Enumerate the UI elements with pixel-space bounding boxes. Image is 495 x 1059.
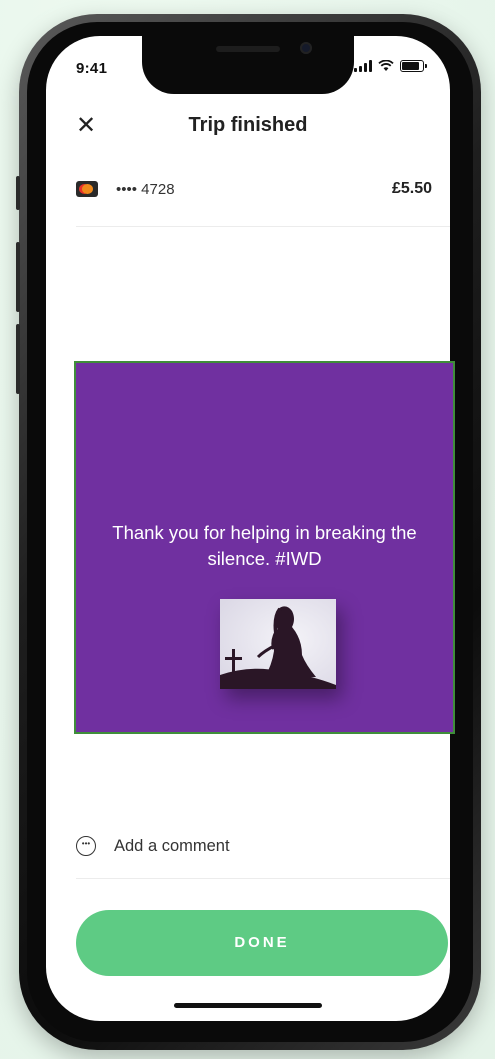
side-button-volume-up [16,242,20,312]
front-camera [300,42,312,54]
message-overlay: Thank you for helping in breaking the si… [74,361,455,734]
side-button-mute [16,176,20,210]
done-button[interactable]: DONE [76,910,448,976]
payment-row: •••• 4728 £5.50 [76,174,432,204]
side-button-volume-down [16,324,20,394]
home-indicator [174,1003,322,1008]
add-comment-field[interactable]: ••• Add a comment [76,831,432,861]
status-icons [354,60,427,72]
header: ✕ Trip finished [46,106,450,146]
comment-label: Add a comment [114,836,230,855]
signal-icon [354,60,372,72]
divider [76,226,450,227]
overlay-message: Thank you for helping in breaking the si… [112,522,417,569]
card-number: •••• 4728 [116,180,175,198]
wifi-icon [378,60,394,71]
chat-bubble-icon: ••• [76,836,96,856]
status-time: 9:41 [76,60,108,77]
notch [142,36,354,94]
speaker [216,46,280,52]
page-title: Trip finished [188,114,308,136]
divider [76,878,450,879]
mastercard-icon [76,181,98,197]
battery-icon [400,60,427,72]
trip-price: £5.50 [391,180,432,197]
silhouette-image [220,599,336,689]
